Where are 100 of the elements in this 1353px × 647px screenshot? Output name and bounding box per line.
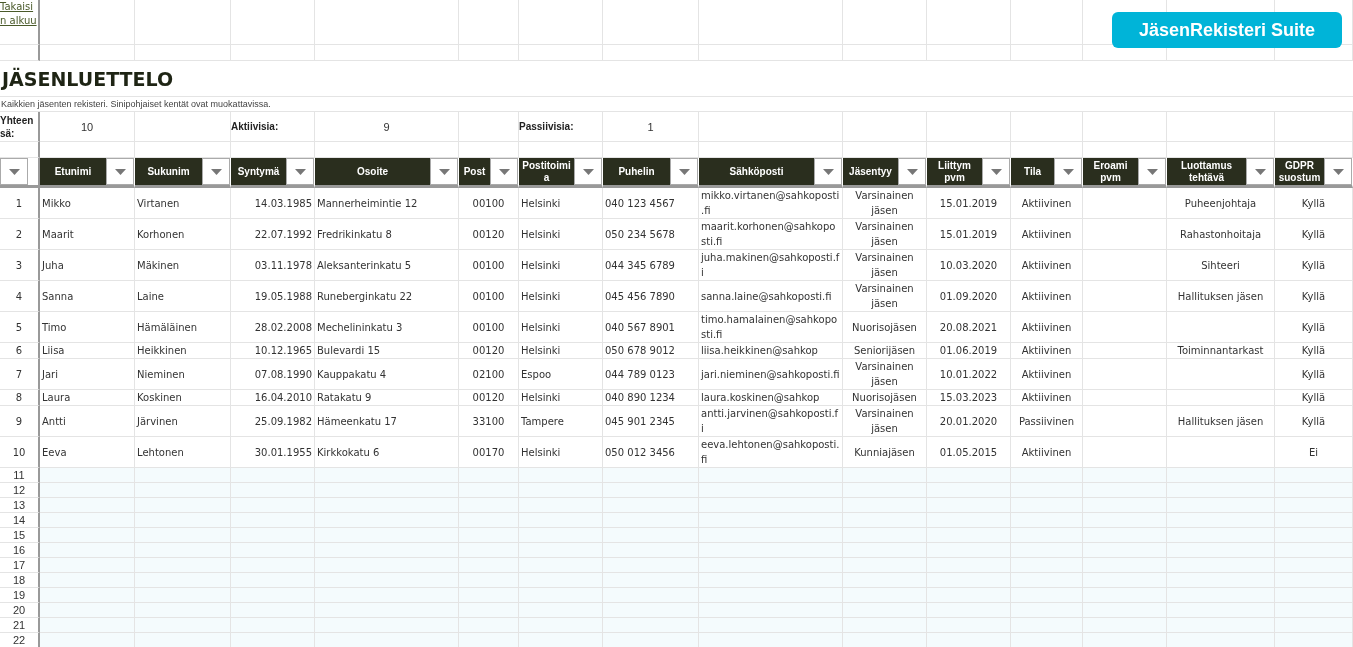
table-cell-text: Heikkinen: [137, 344, 188, 358]
filter-dropdown-button[interactable]: [490, 158, 518, 185]
filter-dropdown-button[interactable]: [814, 158, 842, 185]
filter-dropdown-button[interactable]: [982, 158, 1010, 185]
stat-label: Yhteensä:: [0, 113, 35, 140]
table-cell-text: Aktiivinen: [1020, 289, 1073, 304]
table-cell-text: Hallituksen jäsen: [1176, 414, 1265, 429]
table-cell-text: Kyllä: [1300, 414, 1327, 429]
filter-dropdown-button[interactable]: [0, 158, 28, 185]
table-cell-text: 14.03.1985: [253, 196, 312, 211]
dropdown-arrow-icon: [1332, 168, 1344, 175]
dropdown-arrow-icon: [210, 168, 222, 175]
table-cell-text: Nieminen: [137, 367, 186, 382]
dropdown-arrow-icon: [1146, 168, 1158, 175]
table-cell-text: 01.05.2015: [938, 445, 999, 460]
table-cell-text: Juha: [42, 258, 65, 273]
filter-dropdown-button[interactable]: [430, 158, 458, 185]
table-cell-text: 050 678 9012: [605, 344, 676, 358]
table-cell-text: Laine: [137, 289, 165, 304]
filter-dropdown-button[interactable]: [1138, 158, 1166, 185]
table-cell-text: 10.12.1965: [253, 344, 312, 358]
row-number: 4: [14, 289, 24, 304]
column-header: Luottamus tehtävä: [1179, 158, 1234, 185]
filter-dropdown-button[interactable]: [106, 158, 134, 185]
stat-label: Passiivisia:: [519, 121, 574, 132]
column-header: Tila: [1022, 164, 1042, 179]
table-cell-text: Mäkinen: [137, 258, 181, 273]
table-cell-text: liisa.heikkinen@sahkop: [701, 344, 819, 358]
table-cell-text: Laura: [42, 391, 72, 405]
empty-cell: [1011, 0, 1083, 45]
row-number: 8: [14, 391, 24, 405]
row-number: 2: [14, 227, 24, 242]
table-cell-text: Hallituksen jäsen: [1176, 289, 1265, 304]
filter-dropdown-button[interactable]: [1054, 158, 1082, 185]
table-cell-text: Nuorisojäsen: [851, 391, 918, 405]
column-header: Puhelin: [617, 164, 656, 179]
table-cell-text: Kirkkokatu 6: [317, 445, 381, 460]
empty-cell: [1011, 45, 1083, 61]
table-cell-text: 10.03.2020: [938, 258, 999, 273]
row-number: 16: [0, 543, 40, 558]
table-cell-text: Ratakatu 9: [317, 391, 373, 405]
table-cell-text: Runeberginkatu 22: [317, 289, 414, 304]
dropdown-arrow-icon: [906, 168, 918, 175]
table-cell-text: Hämäläinen: [137, 320, 199, 335]
filter-dropdown-button[interactable]: [670, 158, 698, 185]
filter-dropdown-button[interactable]: [574, 158, 602, 185]
table-cell-text: 050 012 3456: [605, 445, 676, 460]
filter-dropdown-button[interactable]: [202, 158, 230, 185]
stat-value: 10: [79, 120, 95, 133]
table-cell-text: Espoo: [521, 367, 553, 382]
dropdown-arrow-icon: [582, 168, 594, 175]
table-cell-text: 03.11.1978: [253, 258, 312, 273]
table-cell-text: Eeva: [42, 445, 68, 460]
table-cell-text: Puheenjohtaja: [1183, 196, 1258, 211]
filter-dropdown-button[interactable]: [1324, 158, 1352, 185]
stat-label: Aktiivisia:: [231, 121, 279, 132]
table-cell-text: Varsinainen jäsen: [854, 251, 915, 280]
table-cell-text: Varsinainen jäsen: [854, 220, 915, 249]
back-link[interactable]: Takaisin alkuu: [0, 0, 38, 28]
table-cell-text: Helsinki: [521, 227, 562, 242]
table-cell-text: Kyllä: [1300, 227, 1327, 242]
table-cell-text: Mechelininkatu 3: [317, 320, 404, 335]
table-cell-text: Kyllä: [1300, 344, 1327, 358]
table-cell-text: Hämeenkatu 17: [317, 414, 398, 429]
table-cell-text: Bulevardi 15: [317, 344, 382, 358]
table-cell-text: 25.09.1982: [253, 414, 312, 429]
dropdown-arrow-icon: [822, 168, 834, 175]
table-cell-text: 15.01.2019: [938, 196, 999, 211]
table-cell-text: Aktiivinen: [1020, 227, 1073, 242]
table-cell-text: Jari: [42, 367, 59, 382]
row-number: 17: [0, 558, 40, 573]
row-number: 12: [0, 483, 40, 498]
filter-dropdown-button[interactable]: [898, 158, 926, 185]
table-cell-text: eeva.lehtonen@sahkoposti.fi: [701, 438, 840, 467]
table-cell-text: Helsinki: [521, 320, 562, 335]
table-cell-text: 01.06.2019: [938, 344, 999, 358]
dropdown-arrow-icon: [678, 168, 690, 175]
table-cell-text: Varsinainen jäsen: [854, 407, 915, 436]
table-cell-text: Antti: [42, 414, 67, 429]
column-header: Syntymä: [236, 164, 281, 179]
table-cell-text: 045 456 7890: [605, 289, 676, 304]
table-cell-text: Aktiivinen: [1020, 344, 1073, 358]
row-number: 19: [0, 588, 40, 603]
filter-dropdown-button[interactable]: [1246, 158, 1274, 185]
column-header: Eroami pvm: [1092, 158, 1129, 185]
table-cell-text: 10.01.2022: [938, 367, 999, 382]
dropdown-arrow-icon: [990, 168, 1002, 175]
row-number: 10: [11, 445, 27, 460]
table-cell-text: Helsinki: [521, 258, 562, 273]
dropdown-arrow-icon: [294, 168, 306, 175]
column-header: Etunimi: [53, 164, 93, 179]
stat-value: 9: [382, 120, 391, 133]
table-cell-text: Aktiivinen: [1020, 391, 1073, 405]
table-cell-text: Korhonen: [137, 227, 186, 242]
table-cell-text: 00100: [471, 258, 506, 273]
table-cell-text: Kyllä: [1300, 391, 1327, 405]
table-cell-text: Helsinki: [521, 344, 562, 358]
page-title: JÄSENLUETTELO: [0, 61, 1353, 97]
filter-dropdown-button[interactable]: [286, 158, 314, 185]
dropdown-arrow-icon: [438, 168, 450, 175]
